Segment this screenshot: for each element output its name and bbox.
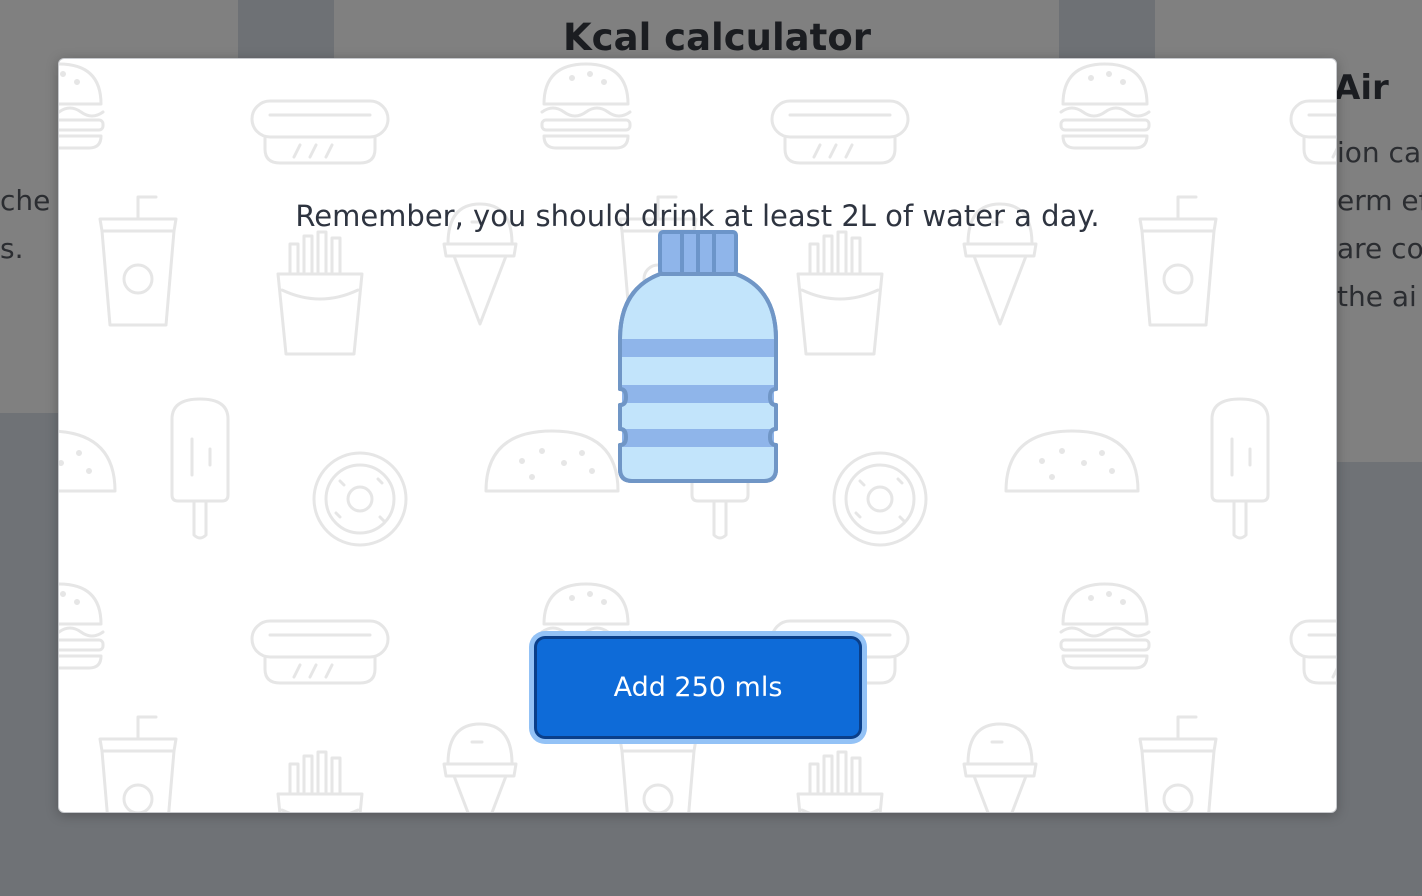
right-card-text-3: are co bbox=[1337, 232, 1422, 265]
water-reminder-message: Remember, you should drink at least 2L o… bbox=[295, 199, 1100, 233]
right-card-text-4: the ai bbox=[1337, 280, 1417, 313]
right-card-text-2: erm ef bbox=[1337, 184, 1422, 217]
left-card-edge bbox=[238, 0, 334, 58]
left-card-text-1: che bbox=[0, 184, 51, 217]
left-card-text-2: s. bbox=[0, 232, 24, 265]
center-card: Kcal calculator bbox=[334, 0, 1059, 58]
water-bottle-icon bbox=[618, 230, 778, 483]
right-card-edge bbox=[1059, 0, 1155, 58]
water-reminder-modal: Remember, you should drink at least 2L o… bbox=[58, 58, 1337, 813]
center-card-title: Kcal calculator bbox=[563, 16, 871, 58]
add-250-mls-button[interactable]: Add 250 mls bbox=[537, 639, 859, 736]
right-card-text-1: ion ca bbox=[1337, 136, 1422, 169]
